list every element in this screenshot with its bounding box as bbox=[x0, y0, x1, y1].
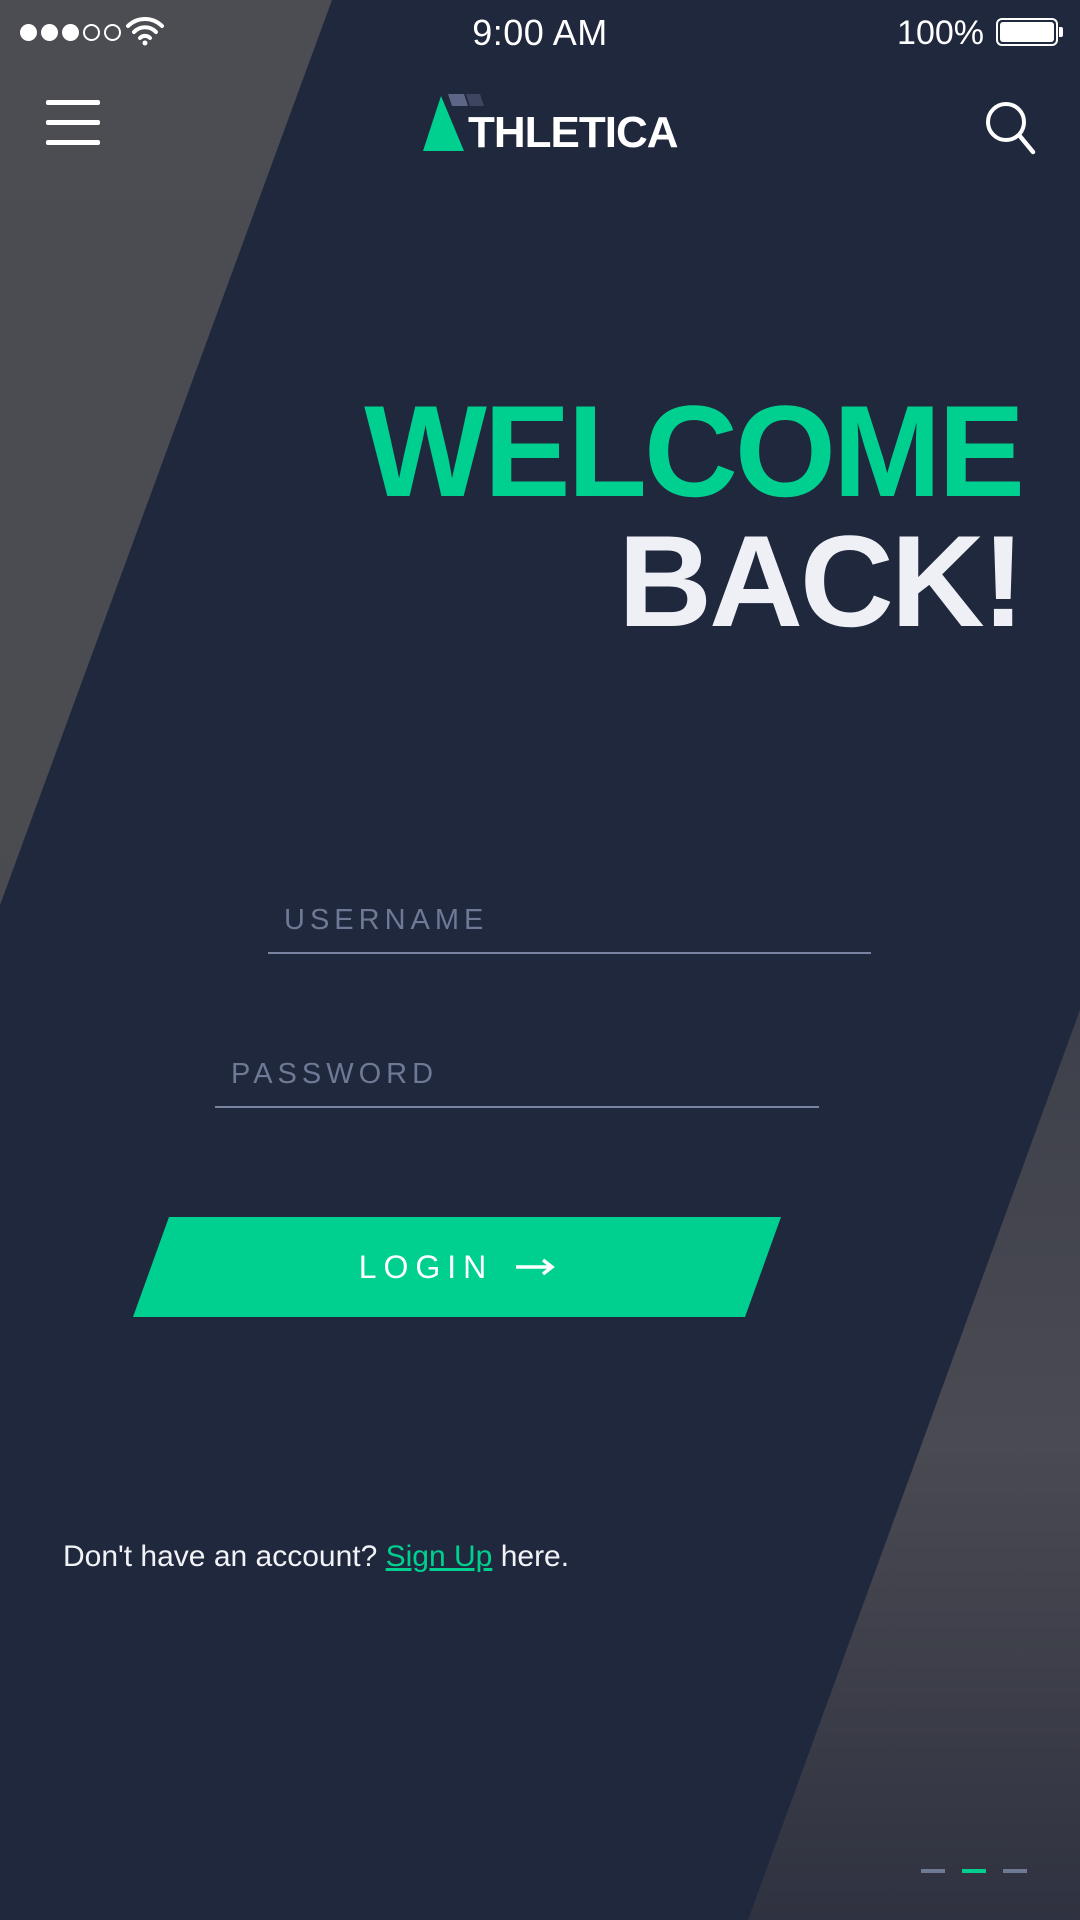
password-input[interactable] bbox=[215, 1044, 819, 1104]
battery-icon bbox=[996, 18, 1063, 46]
page-indicator-dash-active[interactable] bbox=[962, 1869, 986, 1873]
welcome-line-2: BACK! bbox=[618, 508, 1025, 654]
welcome-heading: WELCOME BACK! bbox=[364, 378, 1025, 654]
search-icon[interactable] bbox=[984, 98, 1036, 156]
username-input[interactable] bbox=[268, 890, 871, 950]
page-indicator-dash[interactable] bbox=[921, 1869, 945, 1873]
arrow-right-icon bbox=[516, 1258, 556, 1276]
app-logo: THLETICA bbox=[420, 90, 679, 157]
status-bar: 9:00 AM 100% bbox=[0, 0, 1080, 66]
login-button-label: LOGIN bbox=[358, 1248, 494, 1285]
page-indicator bbox=[921, 1869, 1027, 1873]
hamburger-icon[interactable] bbox=[46, 98, 100, 148]
welcome-line-1: WELCOME bbox=[364, 378, 1025, 524]
username-field-wrapper bbox=[268, 890, 871, 954]
page-indicator-dash[interactable] bbox=[1003, 1869, 1027, 1873]
password-field-wrapper bbox=[215, 1044, 819, 1108]
signup-link[interactable]: Sign Up bbox=[386, 1540, 493, 1573]
signup-prefix: Don't have an account? bbox=[63, 1540, 386, 1573]
signup-suffix: here. bbox=[492, 1540, 570, 1573]
signup-prompt: Don't have an account? Sign Up here. bbox=[63, 1540, 569, 1574]
logo-text: THLETICA bbox=[468, 108, 679, 157]
battery-percentage: 100% bbox=[897, 14, 984, 52]
login-button[interactable]: LOGIN bbox=[133, 1217, 781, 1317]
